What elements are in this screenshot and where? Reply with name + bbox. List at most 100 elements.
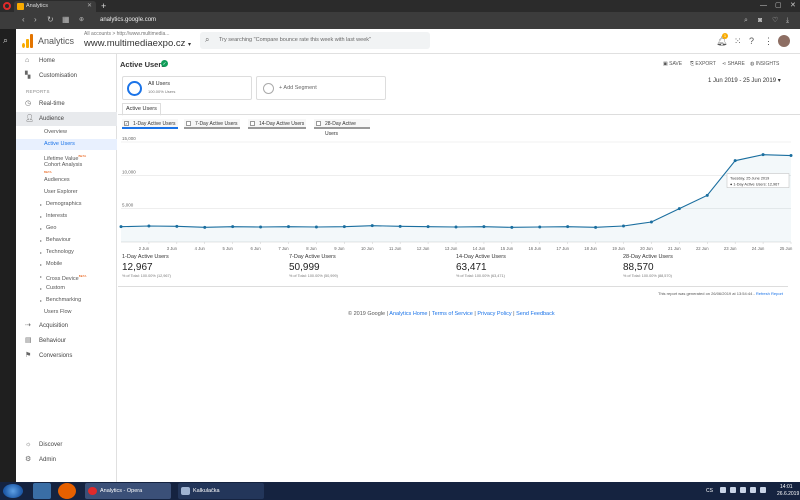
add-segment-button[interactable]: + Add Segment: [256, 76, 386, 100]
nav-sub-interests[interactable]: Interests: [16, 211, 117, 222]
help-icon[interactable]: ?: [749, 36, 754, 46]
stat-sub: % of Total: 100.00% (63,471): [456, 274, 505, 278]
firefox-taskbar-icon[interactable]: [58, 483, 76, 499]
explorer-taskbar-icon[interactable]: [33, 483, 51, 499]
beta-badge: BETA: [44, 170, 52, 174]
nav-item-discover[interactable]: ☼ Discover: [16, 438, 117, 452]
nav-item-home[interactable]: ⌂ Home: [16, 54, 117, 68]
nav-sub-active-users[interactable]: Active Users: [16, 139, 117, 150]
download-icon[interactable]: ⤓: [786, 15, 789, 26]
active-users-line-chart[interactable]: 5,000 10,000 15,000 2 Jun 3 Jun 4 Jun 5 Jun 6 J…: [118, 134, 800, 304]
nav-item-realtime[interactable]: ◷ Real-time: [16, 97, 117, 111]
save-button[interactable]: ▣ SAVE: [663, 61, 682, 67]
data-point: [342, 225, 346, 229]
nav-item-acquisition[interactable]: ⇢ Acquisition: [16, 319, 117, 333]
url-field[interactable]: analytics.google.com: [92, 15, 732, 26]
forward-icon[interactable]: ›: [34, 14, 37, 26]
search-page-icon[interactable]: ⌕: [744, 15, 748, 26]
nav-item-conversions[interactable]: ⚑ Conversions: [16, 349, 117, 363]
speed-dial-icon[interactable]: ▦: [62, 14, 70, 26]
terms-link[interactable]: Terms of Service: [432, 311, 473, 317]
browser-tab[interactable]: Analytics ✕: [14, 1, 96, 12]
refresh-report-link[interactable]: Refresh Report: [756, 291, 783, 296]
new-tab-button[interactable]: +: [101, 0, 106, 12]
data-point: [761, 153, 765, 157]
share-button[interactable]: ⋖ SHARE: [722, 61, 745, 67]
reload-icon[interactable]: ↻: [47, 14, 54, 26]
close-window-icon[interactable]: ✕: [790, 0, 796, 12]
volume-icon[interactable]: [760, 487, 766, 493]
nav-label: Acquisition: [39, 323, 69, 329]
nav-sub-users-flow[interactable]: Users Flow: [16, 307, 117, 318]
verified-check-icon: ✓: [161, 60, 168, 67]
nav-sub-demographics[interactable]: Demographics: [16, 199, 117, 210]
export-button[interactable]: ⎘ EXPORT: [690, 61, 716, 67]
account-breadcrumb[interactable]: All accounts > http://www.multimedia...: [84, 31, 169, 37]
nav-sub-lifetime-value[interactable]: Lifetime ValueBETA: [16, 151, 117, 162]
feedback-link[interactable]: Send Feedback: [516, 311, 555, 317]
more-vert-icon[interactable]: ⋮: [764, 36, 773, 47]
analytics-logo-icon[interactable]: [22, 34, 34, 48]
nav-sub-geo[interactable]: Geo: [16, 223, 117, 234]
search-placeholder: Try searching "Compare bounce rate this …: [219, 37, 371, 43]
tray-app-icon[interactable]: [740, 487, 746, 493]
nav-sub-overview[interactable]: Overview: [16, 127, 117, 138]
nav-item-audience[interactable]: 👤︎ Audience: [16, 112, 117, 126]
sidebar-search-icon[interactable]: ⌕: [3, 35, 8, 46]
checkbox-icon: [316, 121, 321, 126]
taskbar-window-label: Analytics - Opera: [100, 488, 143, 494]
data-point: [622, 224, 625, 228]
start-button-icon[interactable]: [3, 484, 23, 498]
notifications-badge: 1: [722, 33, 728, 39]
nav-item-admin[interactable]: ⚙ Admin: [16, 453, 117, 467]
bookmark-heart-icon[interactable]: ♡: [772, 15, 778, 26]
metric-1day-toggle[interactable]: ✓ 1-Day Active Users: [122, 119, 178, 129]
language-indicator[interactable]: CS: [706, 488, 713, 494]
nav-sub-cohort-analysis[interactable]: Cohort Analysis BETA: [16, 162, 117, 176]
maximize-icon[interactable]: ▢: [775, 0, 782, 12]
nav-sub-mobile[interactable]: Mobile: [16, 259, 117, 270]
avatar[interactable]: [778, 35, 790, 47]
flag-icon: ⚑: [25, 352, 32, 359]
metric-7day-toggle[interactable]: 7-Day Active Users: [184, 119, 240, 129]
tray-app-icon[interactable]: [720, 487, 726, 493]
metric-28day-toggle[interactable]: 28-Day Active Users: [314, 119, 370, 137]
data-point: [203, 225, 207, 229]
account-name: www.multimediaexpo.cz: [84, 38, 186, 49]
analytics-home-link[interactable]: Analytics Home: [389, 311, 427, 317]
clock-date[interactable]: 26.6.2019: [777, 491, 799, 497]
ga-search-input[interactable]: ⌕ Try searching "Compare bounce rate thi…: [200, 32, 430, 49]
apps-grid-icon[interactable]: ⁙: [734, 36, 742, 47]
site-info-icon[interactable]: ⊕: [79, 14, 84, 26]
metric-label: 7-Day Active Users: [195, 121, 238, 127]
privacy-link[interactable]: Privacy Policy: [477, 311, 511, 317]
nav-item-customisation[interactable]: ▚ Customisation: [16, 69, 117, 83]
data-point: [677, 207, 681, 211]
copyright-text: © 2019 Google |: [348, 311, 389, 317]
nav-sub-technology[interactable]: Technology: [16, 247, 117, 258]
nav-sub-custom[interactable]: Custom: [16, 283, 117, 294]
tray-app-icon[interactable]: [730, 487, 736, 493]
taskbar-window-calculator[interactable]: Kalkulačka: [178, 483, 264, 499]
nav-sub-audiences[interactable]: Audiences: [16, 175, 117, 186]
back-icon[interactable]: ‹: [22, 14, 25, 26]
segment-all-users[interactable]: All Users 100.00% Users: [122, 76, 252, 100]
taskbar-window-opera[interactable]: Analytics - Opera: [85, 483, 171, 499]
network-icon[interactable]: [750, 487, 756, 493]
opera-logo-icon[interactable]: [3, 2, 11, 10]
data-point: [649, 220, 653, 224]
nav-sub-behaviour[interactable]: Behaviour: [16, 235, 117, 246]
close-tab-icon[interactable]: ✕: [87, 1, 92, 12]
account-selector[interactable]: www.multimediaexpo.cz ▾: [84, 38, 191, 49]
minimize-icon[interactable]: —: [760, 0, 767, 12]
date-range-picker[interactable]: 1 Jun 2019 - 25 Jun 2019 ▾: [708, 77, 781, 84]
nav-item-behaviour[interactable]: ▤ Behaviour: [16, 334, 117, 348]
snapshot-icon[interactable]: ◙: [758, 15, 762, 26]
nav-sub-benchmarking[interactable]: Benchmarking: [16, 295, 117, 306]
nav-sub-user-explorer[interactable]: User Explorer: [16, 187, 117, 198]
insights-button[interactable]: ◍ INSIGHTS: [750, 61, 779, 67]
nav-sub-cross-device[interactable]: Cross DeviceBETA: [16, 271, 117, 282]
x-tick-label: 3 Jun: [167, 246, 178, 251]
clock-time[interactable]: 14:01: [780, 484, 793, 490]
metric-14day-toggle[interactable]: 14-Day Active Users: [248, 119, 306, 129]
